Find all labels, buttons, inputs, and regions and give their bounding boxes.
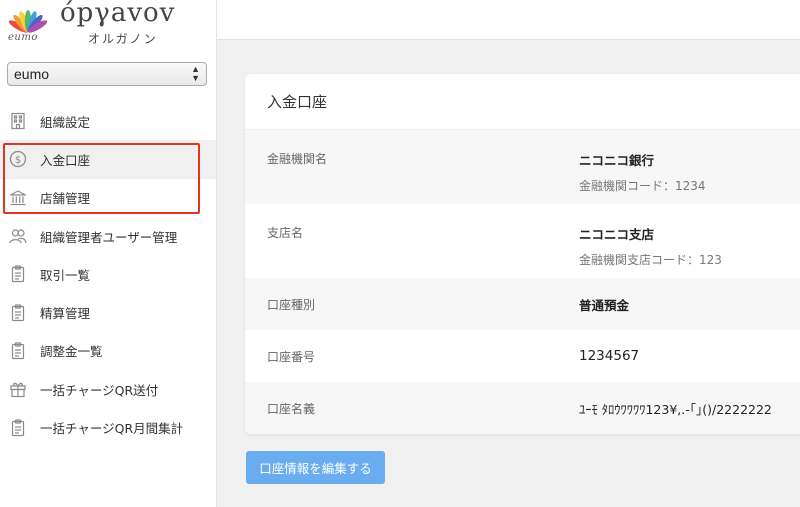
sidebar-item-bulk-charge-qr-send[interactable]: 一括チャージQR送付 <box>0 370 216 408</box>
clipboard-icon <box>8 264 28 284</box>
bank-name: ニコニコ銀行 <box>579 153 655 168</box>
clipboard-icon <box>8 418 28 438</box>
row-label: 支店名 <box>267 226 304 240</box>
row-label: 口座名義 <box>267 401 316 416</box>
bank-icon <box>8 188 28 208</box>
sidebar-item-label: 一括チャージQR送付 <box>40 382 159 398</box>
table-row: 口座番号 1234567 <box>245 330 800 382</box>
wordmark: όpγavov <box>60 0 176 28</box>
sidebar-nav: 組織設定 $ 入金口座 店舗管理 組織管理者ユーザー管理 取引一覧 精算管理 調… <box>0 102 216 447</box>
table-row: 口座種別 普通預金 <box>245 278 800 330</box>
sidebar-item-label: 組織管理者ユーザー管理 <box>40 229 178 245</box>
branch-code: 金融機関支店コード：123 <box>579 253 722 267</box>
row-value: 1234567 <box>579 348 639 364</box>
users-icon <box>8 226 28 246</box>
top-header <box>217 0 800 40</box>
sidebar-item-label: 取引一覧 <box>40 267 91 283</box>
sidebar-item-organization-settings[interactable]: 組織設定 <box>0 102 216 140</box>
row-value: 普通預金 <box>579 295 629 314</box>
row-value: ニコニコ支店 金融機関支店コード：123 <box>579 224 722 278</box>
select-arrows-icon: ▲ ▼ <box>191 64 200 83</box>
sidebar-item-label: 一括チャージQR月間集計 <box>40 421 184 437</box>
sidebar-item-org-admin-users[interactable]: 組織管理者ユーザー管理 <box>0 217 216 255</box>
clipboard-icon <box>8 303 28 323</box>
sidebar: eumo όpγavov オルガノン eumo ▲ ▼ 組織設定 $ 入金口座 店… <box>0 0 217 507</box>
organization-select[interactable]: eumo ▲ ▼ <box>7 62 207 86</box>
table-row: 支店名 ニコニコ支店 金融機関支店コード：123 <box>245 204 800 278</box>
sidebar-item-deposit-account[interactable]: $ 入金口座 <box>0 140 216 179</box>
sidebar-item-label: 店舗管理 <box>40 191 91 207</box>
row-label: 口座種別 <box>267 297 316 312</box>
sidebar-item-label: 入金口座 <box>40 152 91 168</box>
card-title: 入金口座 <box>245 74 800 130</box>
sidebar-item-settlement[interactable]: 精算管理 <box>0 293 216 331</box>
sidebar-item-bulk-charge-qr-monthly[interactable]: 一括チャージQR月間集計 <box>0 408 216 446</box>
organization-select-value: eumo <box>14 66 50 82</box>
gift-icon <box>8 379 28 399</box>
branch-name: ニコニコ支店 <box>579 227 655 242</box>
sidebar-item-adjustments[interactable]: 調整金一覧 <box>0 332 216 370</box>
clipboard-icon <box>8 341 28 361</box>
row-value: ﾕｰﾓ ﾀﾛｳﾜﾜﾜﾜ123¥,.-｢｣()/2222222 <box>579 399 772 418</box>
bank-code: 金融機関コード：1234 <box>579 179 706 193</box>
sidebar-item-label: 組織設定 <box>40 114 91 130</box>
deposit-account-card: 入金口座 金融機関名 ニコニコ銀行 金融機関コード：1234 支店名 ニコニコ支… <box>245 74 800 434</box>
edit-account-button[interactable]: 口座情報を編集する <box>246 451 385 484</box>
sidebar-item-label: 精算管理 <box>40 306 91 322</box>
account-holder: ﾕｰﾓ ﾀﾛｳﾜﾜﾜﾜ123¥,.-｢｣()/2222222 <box>579 401 772 417</box>
row-label: 金融機関名 <box>267 152 328 166</box>
logo-area[interactable]: eumo όpγavov オルガノン <box>0 0 216 50</box>
sidebar-item-transactions[interactable]: 取引一覧 <box>0 255 216 293</box>
wordmark-kana: オルガノン <box>88 32 158 46</box>
sidebar-item-label: 調整金一覧 <box>40 344 103 360</box>
logo-text: eumo <box>8 32 38 43</box>
row-value: ニコニコ銀行 金融機関コード：1234 <box>579 150 706 204</box>
account-number: 1234567 <box>579 348 640 364</box>
dollar-circle-icon: $ <box>8 149 28 169</box>
row-label: 口座番号 <box>267 349 316 364</box>
table-row: 金融機関名 ニコニコ銀行 金融機関コード：1234 <box>245 130 800 204</box>
table-row: 口座名義 ﾕｰﾓ ﾀﾛｳﾜﾜﾜﾜ123¥,.-｢｣()/2222222 <box>245 382 800 434</box>
building-icon <box>8 111 28 131</box>
svg-text:$: $ <box>15 155 21 166</box>
account-type: 普通預金 <box>579 297 630 313</box>
sidebar-item-store-management[interactable]: 店舗管理 <box>0 179 216 217</box>
